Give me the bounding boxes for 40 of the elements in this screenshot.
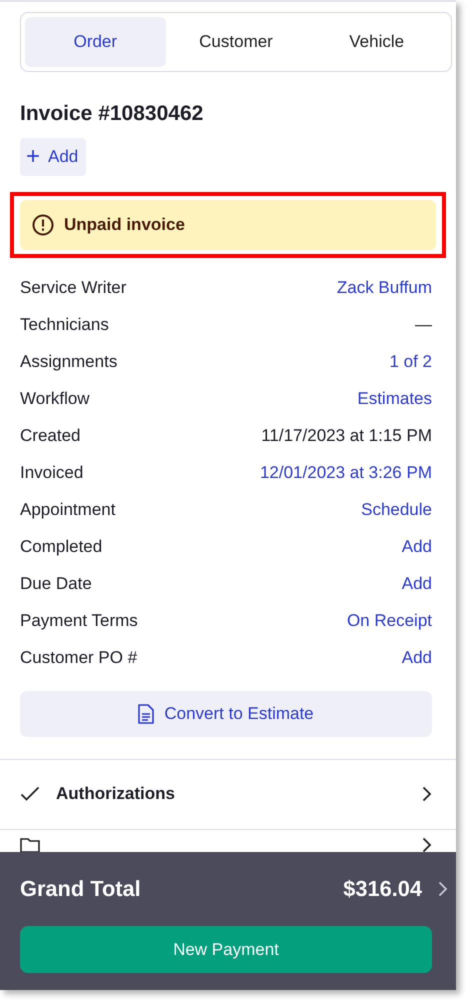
chevron-icon: [438, 881, 448, 897]
detail-label: Customer PO #: [20, 647, 138, 670]
detail-label: Service Writer: [20, 277, 126, 300]
add-button[interactable]: + Add: [20, 138, 86, 176]
detail-label: Technicians: [20, 314, 109, 336]
detail-link[interactable]: Estimates: [357, 386, 432, 412]
warning-icon: [32, 214, 54, 236]
detail-label: Appointment: [20, 499, 116, 522]
section-row[interactable]: Authorizations: [0, 760, 456, 830]
detail-label: Completed: [20, 536, 102, 558]
chevron-icon: [422, 786, 432, 802]
tab[interactable]: Order: [25, 17, 166, 67]
detail-label: Workflow: [20, 388, 90, 410]
detail-link[interactable]: On Receipt: [346, 608, 432, 634]
total-amount: $316.04: [343, 874, 422, 903]
detail-link[interactable]: Add: [402, 571, 432, 597]
invoice-title: Invoice #10830462: [20, 101, 204, 127]
convert-button[interactable]: Convert to Estimate: [20, 690, 432, 736]
detail-link[interactable]: 1 of 2: [389, 349, 432, 375]
check-icon: [20, 786, 40, 802]
plus-icon: +: [26, 138, 40, 174]
document-icon: [138, 704, 154, 724]
detail-value: —: [415, 314, 432, 336]
folder-icon: [20, 837, 40, 853]
total-label: Grand Total: [20, 874, 142, 903]
detail-link[interactable]: Add: [402, 645, 432, 671]
detail-link[interactable]: Schedule: [361, 497, 432, 523]
detail-label: Due Date: [20, 573, 92, 596]
detail-link[interactable]: Zack Buffum: [336, 275, 432, 301]
detail-label: Invoiced: [20, 462, 84, 484]
detail-label: Assignments: [20, 351, 118, 374]
detail-value: 11/17/2023 at 1:15 PM: [261, 425, 432, 448]
detail-label: Created: [20, 425, 80, 448]
tab[interactable]: Customer: [166, 17, 306, 67]
detail-link[interactable]: Add: [402, 534, 432, 560]
detail-label: Payment Terms: [20, 610, 138, 632]
chevron-icon: [422, 837, 432, 853]
detail-link[interactable]: 12/01/2023 at 3:26 PM: [260, 460, 432, 486]
alert-text: Unpaid invoice: [64, 214, 185, 236]
tab[interactable]: Vehicle: [306, 17, 448, 67]
